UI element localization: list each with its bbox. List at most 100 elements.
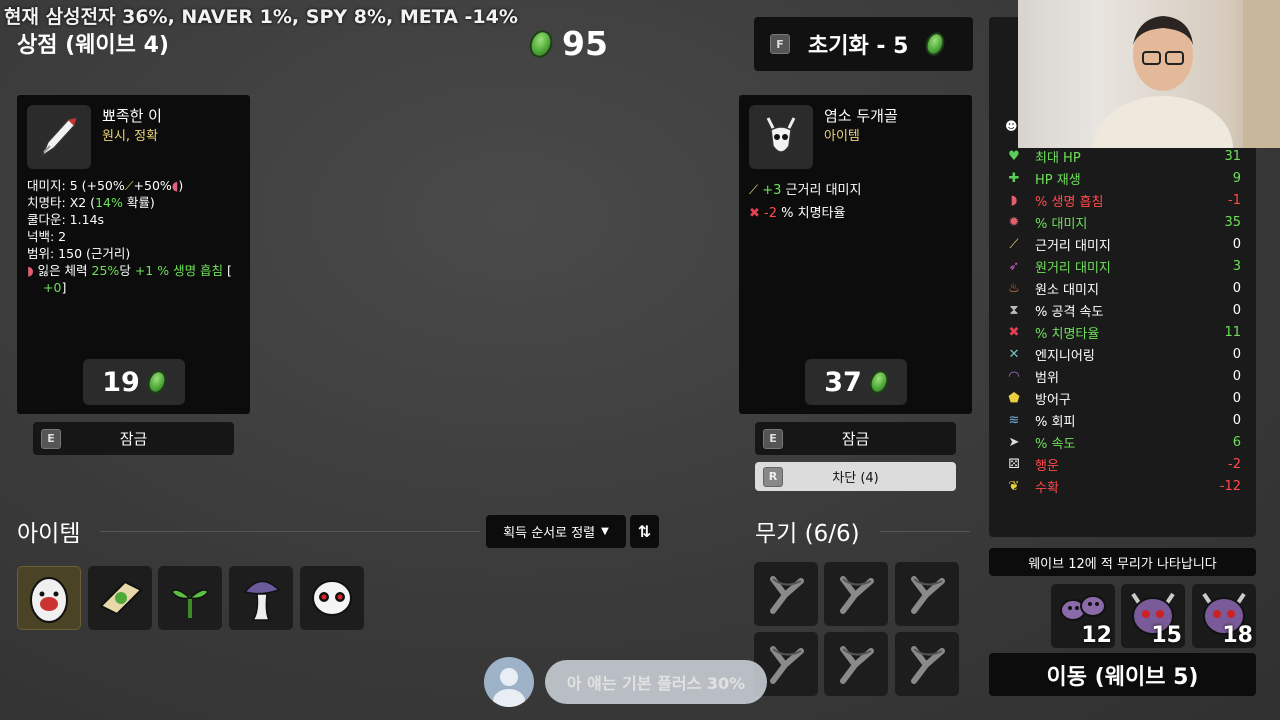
card-item-price[interactable]: 37 (805, 359, 907, 405)
lock-button-item[interactable]: E 잠금 (755, 422, 956, 455)
stat-effect: ◗ 잃은 체력 25%당 +1 % 생명 흡침 [ +0] (27, 263, 232, 295)
damage-icon: ✹ (1008, 214, 1020, 230)
ghost-face-icon (312, 580, 352, 616)
lock-button-weapon[interactable]: E 잠금 (33, 422, 234, 455)
crit-icon: ✖ (1008, 324, 1020, 340)
stat-row[interactable]: ⬟ 방어구 0 (1005, 387, 1241, 409)
enemy-preview-horned-b: 18 (1192, 584, 1256, 648)
stat-row[interactable]: ✹ % 대미지 35 (1005, 211, 1241, 233)
hotkey-e: E (763, 428, 783, 449)
stat-value: 0 (1232, 236, 1241, 252)
stat-row[interactable]: ⚄ 행운 -2 (1005, 453, 1241, 475)
sort-dropdown[interactable]: 획득 순서로 정렬 ▼ (486, 515, 626, 548)
stat-name: 수확 (1035, 480, 1059, 496)
pointy-tooth-icon (27, 105, 91, 169)
stat-value: 0 (1232, 280, 1241, 296)
stat-row[interactable]: ≋ % 회피 0 (1005, 409, 1241, 431)
attack-speed-icon: ⧗ (1009, 302, 1019, 318)
skull-icon: ☻ (1005, 119, 1018, 133)
item-slot-sprout[interactable] (158, 566, 222, 630)
stat-row[interactable]: ✚ HP 재생 9 (1005, 167, 1241, 189)
ban-button-item[interactable]: R 차단 (4) (755, 462, 956, 491)
stat-name: 원거리 대미지 (1035, 260, 1111, 276)
lock-label: 잠금 (841, 430, 870, 448)
stat-row[interactable]: ♨ 원소 대미지 0 (1005, 277, 1241, 299)
item-slot-egg[interactable] (17, 566, 81, 630)
stat-value: 0 (1232, 368, 1241, 384)
stat-name: 원소 대미지 (1035, 282, 1099, 298)
mushroom-icon (243, 580, 281, 621)
card-item-stats: ⟋ +3 근거리 대미지 ✖ -2 % 치명타율 (749, 179, 861, 225)
ban-label: 차단 (4) (832, 471, 879, 486)
treasure-map-icon (99, 580, 143, 616)
price-value: 37 (824, 366, 862, 398)
ranged-icon: ➶ (1008, 258, 1020, 274)
sort-order-toggle[interactable]: ⇅ (630, 515, 659, 548)
stat-value: -12 (1219, 478, 1241, 494)
stat-row[interactable]: ⧗ % 공격 속도 0 (1005, 299, 1241, 321)
stat-value: 0 (1232, 346, 1241, 362)
card-item-class: 아이템 (824, 129, 860, 144)
stat-name: % 생명 흡침 (1035, 194, 1104, 210)
stat-name: % 치명타율 (1035, 326, 1100, 342)
heart-icon: ♥ (1008, 148, 1020, 164)
weapon-slot-1[interactable] (754, 562, 818, 626)
stat-row[interactable]: ➶ 원거리 대미지 3 (1005, 255, 1241, 277)
price-value: 19 (102, 366, 140, 398)
material-coin-icon (922, 29, 949, 59)
card-weapon-name: 뾰족한 이 (102, 107, 162, 125)
shop-card-item[interactable]: 염소 두개골 아이템 ⟋ +3 근거리 대미지 ✖ -2 % 치명타율 37 (739, 95, 972, 414)
slingshot-icon (840, 646, 874, 684)
melee-icon: ⟋ (749, 183, 759, 198)
armor-icon: ⬟ (1008, 390, 1020, 406)
item-slot-map[interactable] (88, 566, 152, 630)
weapons-divider (880, 531, 970, 532)
material-coin-icon (866, 367, 892, 397)
harvest-icon: ❦ (1008, 478, 1020, 494)
slingshot-icon (911, 576, 945, 614)
card-item-name: 염소 두개골 (824, 107, 898, 125)
stat-value: -2 (1228, 456, 1241, 472)
stat-row[interactable]: ❦ 수확 -12 (1005, 475, 1241, 497)
stat-value: 11 (1224, 324, 1241, 340)
reroll-button[interactable]: F 초기화 - 5 (754, 17, 973, 71)
weapon-slot-5[interactable] (824, 632, 888, 696)
stat-row[interactable]: ♥ 최대 HP 31 (1005, 145, 1241, 167)
chat-avatar (484, 657, 534, 707)
item-slot-mushroom[interactable] (229, 566, 293, 630)
weapon-slot-3[interactable] (895, 562, 959, 626)
stock-ticker-overlay: 현재 삼성전자 36%, NAVER 1%, SPY 8%, META -14% (4, 6, 518, 28)
shop-card-weapon[interactable]: 뾰족한 이 원시, 정확 대미지: 5 (+50%⟋+50%◖) 치명타: X2… (17, 95, 250, 414)
weapon-slot-6[interactable] (895, 632, 959, 696)
item-slot-ghost[interactable] (300, 566, 364, 630)
stat-row[interactable]: ✕ 엔지니어링 0 (1005, 343, 1241, 365)
enemy-preview-beetles: 12 (1051, 584, 1115, 648)
slingshot-icon (770, 576, 804, 614)
go-next-wave-button[interactable]: 이동 (웨이브 5) (989, 653, 1256, 696)
enemy-wave-number: 18 (1222, 623, 1253, 648)
stat-row[interactable]: ✖ % 치명타율 11 (1005, 321, 1241, 343)
stat-cooldown: 쿨다운: 1.14s (27, 212, 105, 227)
hp-regen-icon: ✚ (1008, 170, 1020, 186)
stat-row[interactable]: ⟋ 근거리 대미지 0 (1005, 233, 1241, 255)
hotkey-e: E (41, 428, 61, 449)
card-weapon-price[interactable]: 19 (83, 359, 185, 405)
stat-name: 방어구 (1035, 392, 1071, 408)
slingshot-icon (770, 646, 804, 684)
hotkey-r: R (763, 466, 783, 487)
stat-value: 0 (1232, 302, 1241, 318)
chat-message: 아 얘는 기본 플러스 30% (545, 660, 767, 704)
card-weapon-class: 원시, 정확 (102, 129, 159, 144)
stat-name: % 공격 속도 (1035, 304, 1104, 320)
card-weapon-stats: 대미지: 5 (+50%⟋+50%◖) 치명타: X2 (14% 확률) 쿨다운… (27, 177, 242, 296)
stat-row[interactable]: ◗ % 생명 흡침 -1 (1005, 189, 1241, 211)
weapon-slot-2[interactable] (824, 562, 888, 626)
sort-label: 획득 순서로 정렬 (503, 526, 596, 541)
stat-knockback: 넉백: 2 (27, 229, 67, 244)
speed-icon: ➤ (1008, 434, 1020, 450)
chevron-down-icon: ▼ (601, 526, 609, 537)
wave-warning: 웨이브 12에 적 무리가 나타납니다 (989, 548, 1256, 576)
stat-damage: 대미지: 5 (+50%⟋+50%◖) (27, 178, 184, 193)
stat-row[interactable]: ◠ 범위 0 (1005, 365, 1241, 387)
stat-row[interactable]: ➤ % 속도 6 (1005, 431, 1241, 453)
